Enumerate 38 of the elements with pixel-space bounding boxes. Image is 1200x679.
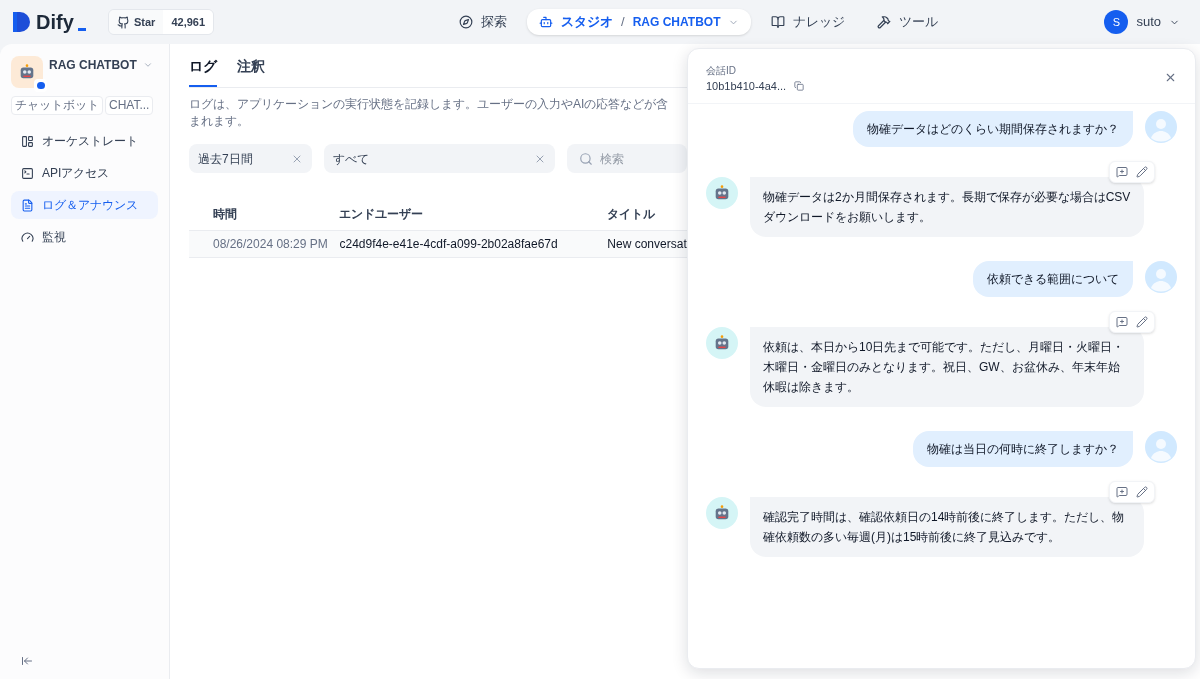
app-tag: CHAT... xyxy=(105,96,154,115)
star-count: 42,961 xyxy=(163,9,214,35)
github-star-button[interactable]: Star 42,961 xyxy=(108,8,215,36)
table-row[interactable]: 08/26/2024 08:29 PM c24d9f4e-e41e-4cdf-a099-2b02a8fae67d New conversat xyxy=(189,230,687,258)
table-cell-text: c24d9f4e-e41e-4cdf-a099-2b02a8fae67d xyxy=(339,236,559,253)
description-text: ログは、アプリケーションの実行状態を記録します。ユーザーの入力やAIの応答などが含まれます。 xyxy=(189,96,670,130)
conversation-id: 10b1b410-4a4... xyxy=(706,79,787,94)
user-menu[interactable]: S suto xyxy=(1104,10,1180,34)
user-message: 物確は当日の何時に終了しますか？ xyxy=(913,430,1133,467)
tab[interactable]: ログ xyxy=(189,56,217,87)
user-name: suto xyxy=(1136,13,1161,32)
status-select[interactable]: すべて xyxy=(324,144,555,173)
column-header: タイトル xyxy=(607,206,657,223)
sidebar-item[interactable]: ログ＆アナウンス xyxy=(11,191,158,219)
nav-tab[interactable]: ナレッジ xyxy=(759,9,858,35)
table-cell-text: New conversat xyxy=(607,236,687,253)
sidebar-item[interactable]: オーケストレート xyxy=(11,127,158,155)
nav-tab[interactable]: スタジオ / RAG CHATBOT xyxy=(527,9,752,35)
period-select[interactable]: 過去7日間 xyxy=(189,144,313,173)
bot-message: 確認完了時間は、確認依頼日の14時前後に終了します。ただし、物確依頼数の多い毎週(月)は15時前後に終了見込みです。 xyxy=(750,496,1144,557)
conversation-id-label: 会話ID xyxy=(706,64,737,78)
column-header: 時間 xyxy=(212,206,238,223)
bot-message: 物確データは2か月間保存されます。長期で保存が必要な場合はCSVダウンロードをお願いします。 xyxy=(750,176,1144,237)
sidebar-item[interactable]: APIアクセス xyxy=(11,159,158,187)
bot-message: 依頼は、本日から10日先まで可能です。ただし、月曜日・火曜日・木曜日・金曜日のみとなります。祝日、GW、お盆休み、年末年始休暇は除きます。 xyxy=(750,326,1144,407)
nav-tab[interactable]: 探索 xyxy=(447,9,520,35)
logo-text: Dify xyxy=(36,10,74,35)
app-tag: チャットボット xyxy=(11,96,103,115)
table-cell-text: 08/26/2024 08:29 PM xyxy=(212,236,329,253)
app-name: RAG CHATBOT xyxy=(49,57,137,74)
user-message: 依頼できる範囲について xyxy=(973,260,1133,297)
column-header: エンドユーザー xyxy=(339,206,425,223)
nav-tab[interactable]: ツール xyxy=(865,9,951,35)
user-avatar: S xyxy=(1104,10,1129,34)
user-message: 物確データはどのくらい期間保存されますか？ xyxy=(853,110,1133,147)
search-field[interactable]: 検索 xyxy=(567,144,687,173)
tab[interactable]: 注釈 xyxy=(237,56,265,87)
sidebar-item[interactable]: 監視 xyxy=(11,223,158,251)
